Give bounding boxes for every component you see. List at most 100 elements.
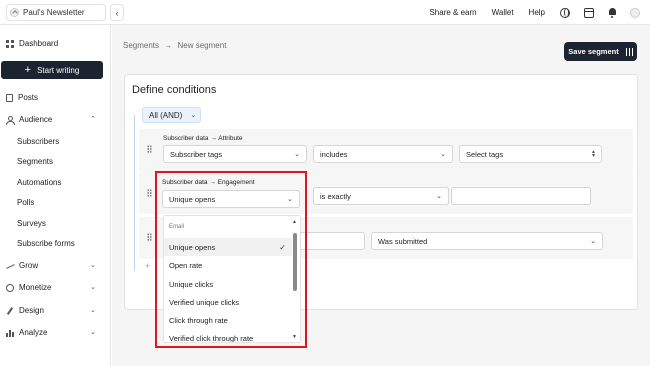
- condition-label: Subscriber data → Attribute: [163, 135, 243, 142]
- users-icon: [6, 115, 15, 125]
- breadcrumb-arrow-icon: →: [164, 41, 173, 50]
- sidebar-item-grow[interactable]: Grow: [6, 261, 38, 270]
- wallet-link[interactable]: Wallet: [492, 8, 514, 17]
- document-icon: [6, 93, 13, 102]
- drag-handle-icon[interactable]: [147, 145, 152, 153]
- share-earn-link[interactable]: Share & earn: [429, 8, 476, 17]
- chevron-down-icon[interactable]: ⌄: [90, 283, 96, 291]
- group-connector-line: [134, 115, 135, 271]
- dashboard-icon: [6, 39, 14, 48]
- menu-item-unique-opens[interactable]: Unique opens ✓: [164, 238, 292, 256]
- field-select[interactable]: Unique opens ⌄: [162, 190, 300, 208]
- group-operator-select[interactable]: All (AND) ⌄: [142, 107, 201, 123]
- bar-chart-icon: [6, 328, 14, 337]
- globe-icon[interactable]: [560, 7, 570, 18]
- condition-type: Engagement: [217, 179, 255, 186]
- menu-item-label: Click through rate: [169, 315, 228, 325]
- menu-item-open-rate[interactable]: Open rate: [164, 256, 292, 274]
- menu-item-label: Verified click through rate: [169, 333, 254, 343]
- tags-select[interactable]: Select tags ▴ ▾: [459, 145, 602, 163]
- sidebar-item-audience[interactable]: Audience: [6, 115, 102, 125]
- drag-handle-icon[interactable]: [147, 233, 152, 241]
- operator-select-value: is exactly: [320, 191, 351, 201]
- save-segment-button[interactable]: Save segment: [564, 42, 637, 61]
- add-condition-icon[interactable]: +: [145, 261, 150, 271]
- chevron-down-icon[interactable]: ⌄: [90, 328, 96, 336]
- sliders-icon: [624, 47, 633, 56]
- operator-select[interactable]: is exactly ⌄: [313, 187, 449, 205]
- menu-item-verified-unique-clicks[interactable]: Verified unique clicks: [164, 293, 292, 311]
- chevron-left-icon: ‹: [115, 7, 119, 18]
- chevron-down-icon: ⌄: [190, 112, 197, 119]
- sidebar-item-posts[interactable]: Posts: [6, 93, 38, 102]
- operator-select-value: includes: [320, 149, 348, 159]
- bell-icon[interactable]: [608, 7, 616, 18]
- chevron-down-icon: ⌄: [287, 196, 293, 203]
- sidebar-item-label: Grow: [19, 261, 39, 270]
- condition-type: Attribute: [218, 135, 243, 142]
- calendar-icon[interactable]: [584, 7, 594, 18]
- sidebar-item-label: Monetize: [19, 283, 52, 292]
- brush-icon: [6, 307, 14, 315]
- menu-item-label: Open rate: [169, 260, 203, 270]
- scroll-down-arrow-icon[interactable]: ▼: [292, 334, 297, 340]
- operator-select[interactable]: includes ⌄: [313, 145, 453, 163]
- menu-item-verified-click-through-rate[interactable]: Verified click through rate: [164, 329, 292, 343]
- field-select-value: Subscriber tags: [170, 149, 223, 159]
- start-writing-button[interactable]: + Start writing: [1, 61, 103, 79]
- sidebar-item-label: Dashboard: [19, 39, 59, 48]
- menu-group-header: Email: [169, 224, 185, 230]
- sidebar-item-analyze[interactable]: Analyze: [6, 328, 47, 337]
- sidebar-item-subscribe-forms[interactable]: Subscribe forms: [17, 239, 75, 248]
- scrollbar-thumb[interactable]: [293, 233, 297, 291]
- value-input[interactable]: [451, 187, 591, 205]
- menu-item-unique-clicks[interactable]: Unique clicks: [164, 275, 292, 293]
- start-writing-label: Start writing: [37, 65, 80, 75]
- condition-label: Subscriber data → Engagement: [162, 179, 255, 186]
- menu-item-click-through-rate[interactable]: Click through rate: [164, 311, 292, 329]
- publication-logo-icon: [10, 8, 19, 17]
- sidebar-item-design[interactable]: Design: [6, 306, 44, 315]
- chevron-down-icon: ⌄: [294, 151, 300, 158]
- breadcrumb-segments-link[interactable]: Segments: [123, 41, 159, 50]
- breadcrumb-current: New segment: [177, 41, 227, 50]
- dollar-icon: [6, 283, 14, 292]
- condition-category: Subscriber data: [162, 179, 208, 186]
- field-options-menu: ▲ Email Unique opens ✓ Open rate Unique …: [163, 215, 301, 343]
- check-icon: ✓: [279, 242, 286, 252]
- field-select[interactable]: Subscriber tags ⌄: [163, 145, 307, 163]
- sidebar-item-subscribers[interactable]: Subscribers: [17, 137, 59, 146]
- collapse-sidebar-button[interactable]: ‹: [110, 4, 124, 21]
- sidebar-item-monetize[interactable]: Monetize: [6, 283, 51, 292]
- operator-select[interactable]: Was submitted ⌄: [371, 232, 603, 250]
- sidebar-item-dashboard[interactable]: Dashboard: [6, 39, 58, 48]
- sidebar-item-label: Design: [19, 306, 44, 315]
- define-conditions-title: Define conditions: [132, 84, 217, 96]
- sidebar-item-surveys[interactable]: Surveys: [17, 219, 46, 228]
- trending-up-icon: [6, 262, 14, 270]
- save-segment-label: Save segment: [568, 47, 619, 56]
- plus-icon: +: [24, 64, 32, 76]
- top-bar: Paul's Newsletter ‹ Share & earn Wallet …: [0, 0, 650, 25]
- tags-select-placeholder: Select tags: [466, 149, 504, 159]
- scroll-up-arrow-icon[interactable]: ▲: [292, 219, 297, 225]
- operator-select-value: Was submitted: [378, 236, 428, 246]
- top-nav: Share & earn Wallet Help: [429, 0, 640, 25]
- sidebar-item-polls[interactable]: Polls: [17, 198, 34, 207]
- field-select-value: Unique opens: [169, 194, 216, 204]
- avatar-icon[interactable]: [630, 7, 640, 18]
- sidebar-item-label: Audience: [19, 115, 53, 124]
- condition-arrow-icon: →: [209, 179, 216, 186]
- menu-item-label: Unique clicks: [169, 279, 214, 289]
- drag-handle-icon[interactable]: [147, 189, 152, 197]
- chevron-down-icon[interactable]: ⌄: [90, 306, 96, 314]
- field-select[interactable]: [299, 232, 365, 250]
- publication-switcher[interactable]: Paul's Newsletter: [6, 4, 106, 21]
- help-link[interactable]: Help: [529, 8, 545, 17]
- chevron-down-icon[interactable]: ⌄: [90, 261, 96, 269]
- chevron-down-icon: ⌄: [436, 193, 442, 200]
- sidebar-item-automations[interactable]: Automations: [17, 178, 61, 187]
- menu-item-label: Unique opens: [169, 242, 216, 252]
- chevron-up-icon[interactable]: ⌃: [90, 115, 96, 123]
- sidebar-item-segments[interactable]: Segments: [17, 157, 53, 166]
